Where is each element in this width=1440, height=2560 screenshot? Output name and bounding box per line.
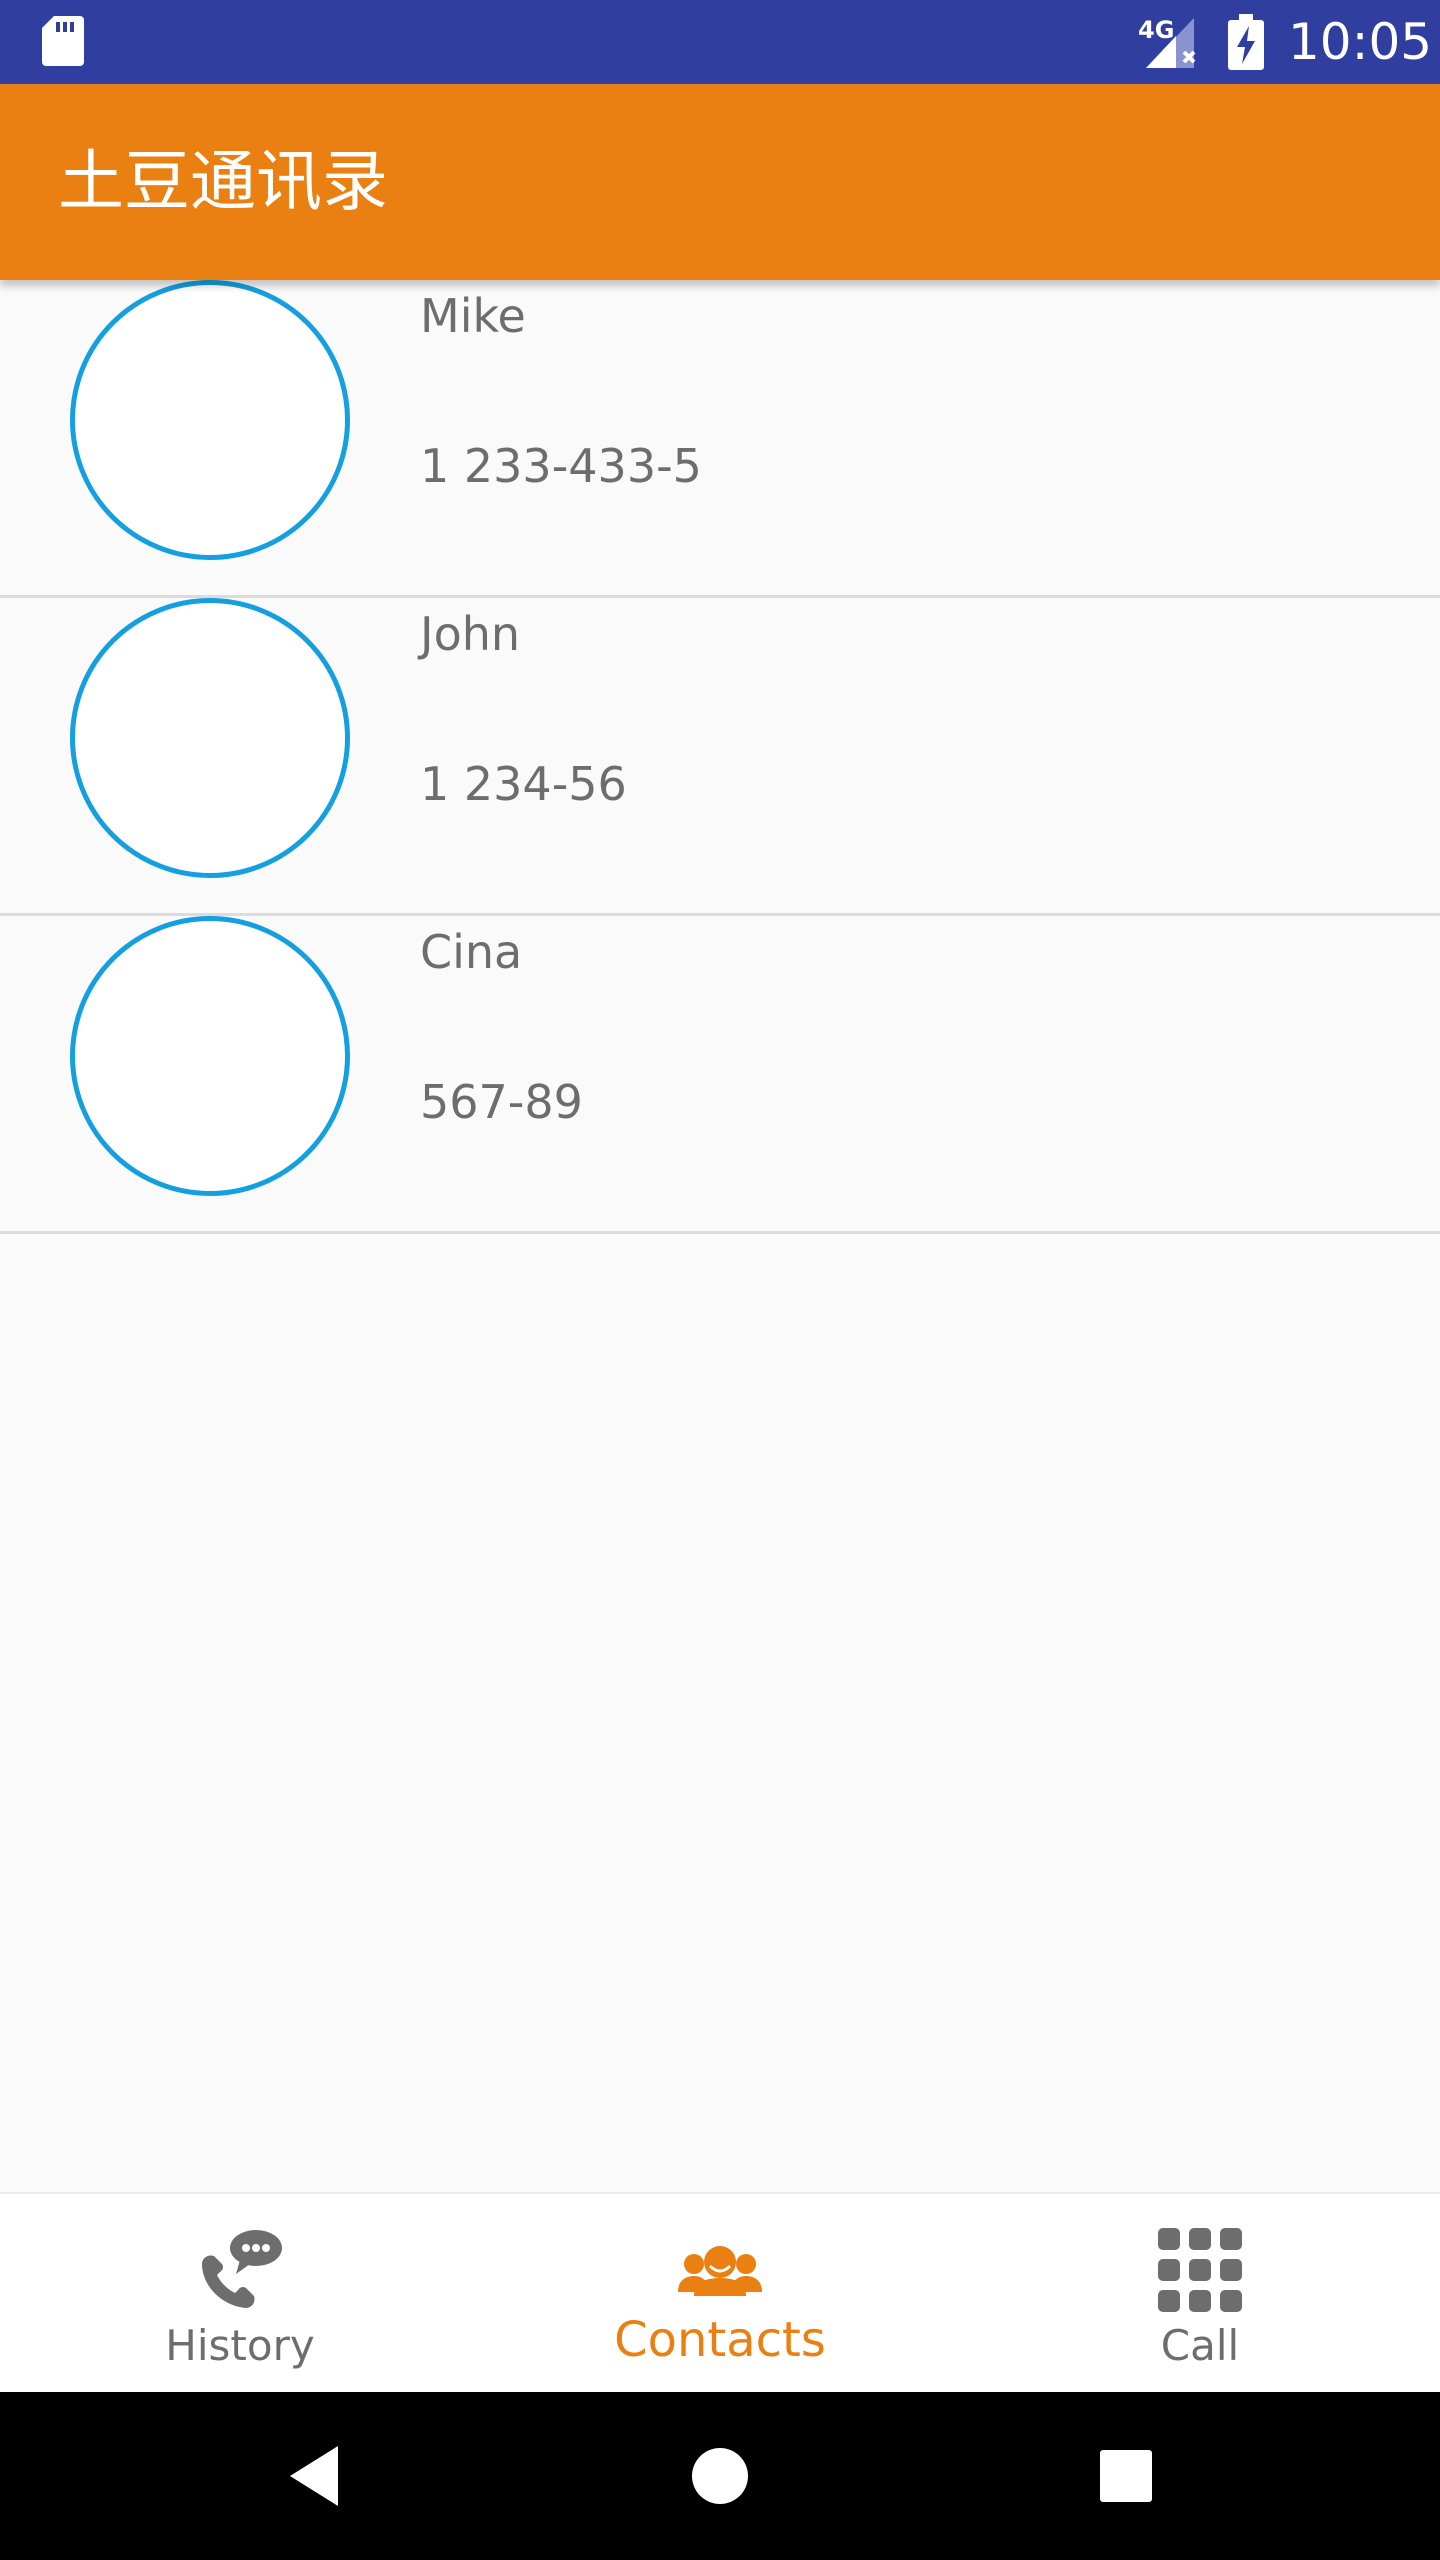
- phone-chat-icon: [202, 2230, 282, 2308]
- nav-label-call: Call: [1160, 2321, 1240, 2370]
- contact-name: Cina: [420, 925, 523, 979]
- screen: 4G 10:05 土豆通讯录 Mike 1 233-433-5 John 1 2…: [0, 0, 1440, 2560]
- nav-item-call[interactable]: Call: [960, 2194, 1440, 2394]
- nav-item-contacts[interactable]: Contacts: [480, 2194, 960, 2394]
- dialpad-icon: [1158, 2228, 1242, 2312]
- status-clock: 10:05: [1288, 13, 1433, 71]
- battery-charging-icon: [1228, 14, 1264, 70]
- signal-icon: [1146, 18, 1196, 68]
- app-title: 土豆通讯录: [58, 143, 388, 220]
- contact-phone: 1 233-433-5: [420, 439, 702, 493]
- system-navigation-bar: [0, 2392, 1440, 2560]
- contacts-icon: [678, 2246, 762, 2296]
- contact-avatar[interactable]: [70, 916, 350, 1196]
- nav-label-history: History: [165, 2321, 315, 2370]
- recents-icon[interactable]: [1086, 2436, 1166, 2516]
- contact-row[interactable]: John 1 234-56: [0, 598, 1440, 916]
- contact-row[interactable]: Mike 1 233-433-5: [0, 280, 1440, 598]
- contact-phone: 567-89: [420, 1075, 583, 1129]
- contact-row[interactable]: Cina 567-89: [0, 916, 1440, 1234]
- contact-list: Mike 1 233-433-5 John 1 234-56 Cina 567-…: [0, 280, 1440, 1234]
- app-bar: 土豆通讯录: [0, 84, 1440, 280]
- contact-phone: 1 234-56: [420, 757, 627, 811]
- nav-item-history[interactable]: History: [0, 2194, 480, 2394]
- home-icon[interactable]: [680, 2436, 760, 2516]
- status-bar: 4G 10:05: [0, 0, 1440, 84]
- sd-card-icon: [42, 16, 84, 66]
- contact-avatar[interactable]: [70, 280, 350, 560]
- contact-name: Mike: [420, 289, 526, 343]
- contact-avatar[interactable]: [70, 598, 350, 878]
- back-icon[interactable]: [276, 2436, 356, 2516]
- contact-name: John: [420, 607, 521, 661]
- bottom-navigation: History Contacts Call: [0, 2192, 1440, 2392]
- nav-label-contacts: Contacts: [614, 2312, 826, 2368]
